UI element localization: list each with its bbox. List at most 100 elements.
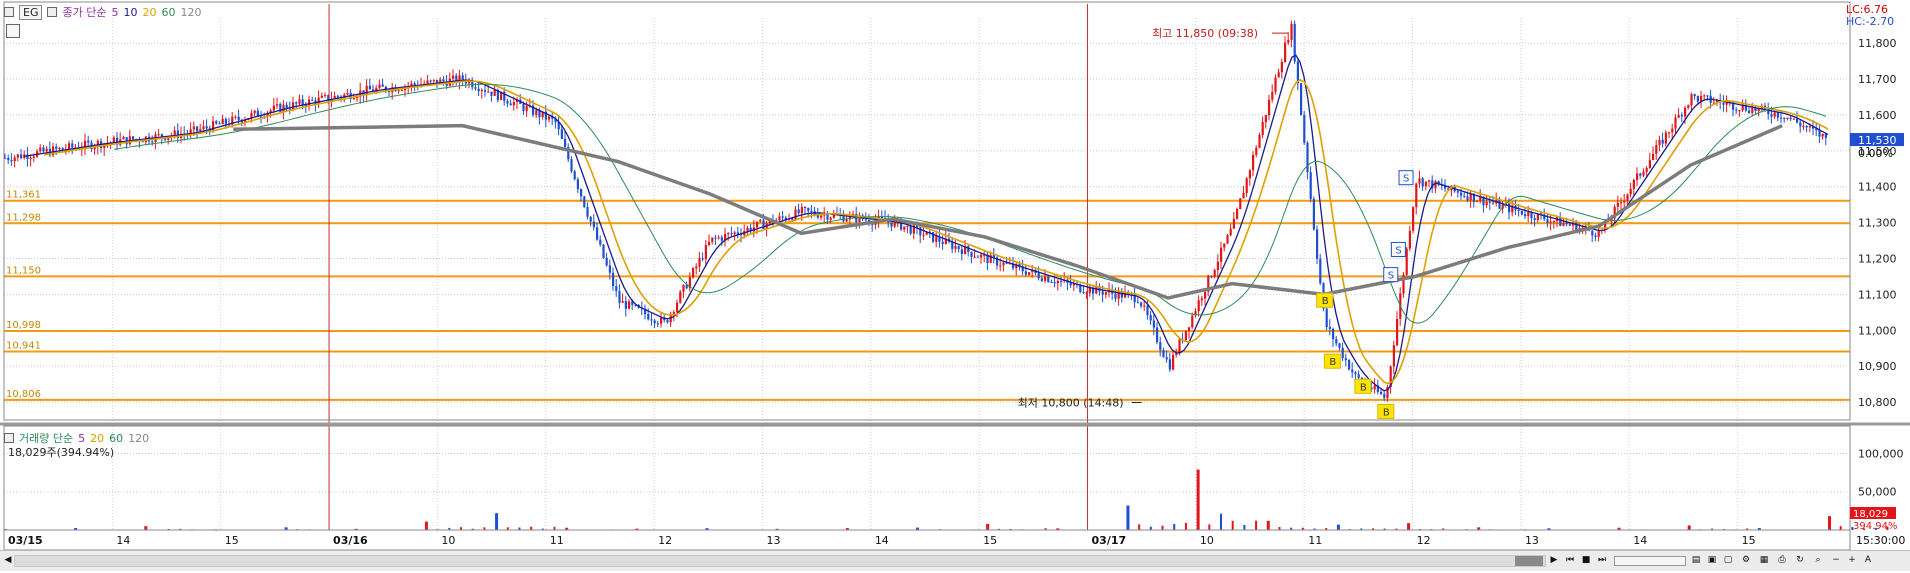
compare-icon[interactable]: ▣ [1706, 554, 1718, 566]
candle-body [1418, 178, 1420, 183]
ma-120: 120 [180, 6, 201, 19]
candle-body [1646, 168, 1648, 172]
end-time-label: 15:30:00 [1856, 534, 1905, 547]
price-tick-label: 11,400 [1858, 181, 1897, 194]
time-tick-label: 11 [1308, 534, 1322, 547]
candle-body [577, 179, 579, 189]
candle-body [487, 92, 489, 93]
candle-body [1735, 110, 1737, 111]
candle-body [1649, 160, 1651, 168]
support-label: 10,806 [6, 389, 41, 400]
candle-body [1146, 306, 1148, 316]
first-icon[interactable]: ⏮ [1564, 554, 1576, 566]
candle-body [1690, 94, 1692, 105]
candle-body [714, 238, 716, 239]
candle-body [676, 303, 678, 312]
candle-body [46, 149, 48, 152]
candle-body [1668, 132, 1670, 133]
candle-body [1348, 360, 1350, 369]
volume-bar [1267, 521, 1270, 530]
candle-body [1383, 394, 1385, 398]
settings-icon[interactable]: ⚙ [1740, 554, 1752, 566]
candle-body [1466, 196, 1468, 200]
candle-body [1230, 229, 1232, 236]
candle-body [618, 291, 620, 303]
candle-body [218, 123, 220, 124]
candle-body [1780, 118, 1782, 119]
candle-body [10, 160, 12, 161]
candle-body [1562, 223, 1564, 226]
table-icon[interactable] [6, 24, 20, 38]
scroll-right-icon[interactable]: ▶ [1548, 554, 1560, 566]
candle-body [1143, 306, 1145, 307]
candle-body [1178, 340, 1180, 354]
candle-body [1809, 126, 1811, 127]
candle-body [1358, 374, 1360, 378]
volume-bar [1197, 470, 1200, 530]
candle-body [980, 255, 982, 258]
scrollbar[interactable] [14, 555, 1546, 567]
candle-body [1002, 263, 1004, 266]
candle-body [1681, 115, 1683, 117]
candle-body [311, 100, 313, 101]
candle-body [225, 119, 227, 124]
candle-body [1082, 292, 1084, 293]
candle-body [1044, 277, 1046, 281]
code-tag[interactable]: EG [19, 5, 42, 20]
candle-body [1476, 201, 1478, 202]
candle-body [548, 117, 550, 120]
candle-body [734, 232, 736, 234]
plus-icon[interactable]: + [1846, 554, 1858, 566]
price-tick-label: 11,100 [1858, 288, 1897, 301]
volume-bar [425, 522, 428, 530]
candle-body [1268, 100, 1270, 115]
candle-body [1028, 272, 1030, 275]
candle-body [282, 105, 284, 112]
panel-toggle[interactable] [4, 7, 14, 17]
refresh-icon[interactable]: ↻ [1794, 554, 1806, 566]
candle-body [1329, 327, 1331, 329]
ma-10: 10 [123, 6, 137, 19]
candle-body [711, 238, 713, 242]
candle-body [1492, 203, 1494, 204]
candle-body [1338, 343, 1340, 347]
scroll-left-icon[interactable]: ◀ [2, 554, 14, 566]
candle-body [1633, 180, 1635, 189]
stop-icon[interactable]: ■ [1580, 554, 1592, 566]
candle-body [199, 129, 201, 131]
scroll-thumb[interactable] [1515, 556, 1543, 566]
last-icon[interactable]: ⏭ [1596, 554, 1608, 566]
candle-body [1422, 178, 1424, 186]
layout-icon[interactable]: ▤ [1690, 554, 1702, 566]
candle-body [890, 222, 892, 226]
candle-body [506, 101, 508, 104]
candle-body [1086, 293, 1088, 294]
grid-icon[interactable]: ▦ [1758, 554, 1770, 566]
settings-toggle[interactable] [47, 7, 57, 17]
candle-body [1598, 231, 1600, 237]
print-icon[interactable]: ⎙ [1776, 554, 1788, 566]
zoom-icon[interactable]: ⌕ [1812, 554, 1824, 566]
candle-body [1156, 328, 1158, 343]
candle-body [705, 245, 707, 259]
candle-body [273, 106, 275, 111]
candle-body [1246, 178, 1248, 193]
candle-body [462, 75, 464, 80]
candle-body [650, 319, 652, 320]
candle-body [1300, 83, 1302, 115]
candle-body [727, 233, 729, 234]
window-icon[interactable]: ▢ [1722, 554, 1734, 566]
high-annotation: 최고 11,850 (09:38) [1152, 27, 1258, 40]
zoom-slider[interactable] [1614, 556, 1686, 566]
hc-label: HC:-2.70 [1846, 16, 1894, 28]
candle-body [718, 237, 720, 238]
text-icon[interactable]: A [1862, 554, 1874, 566]
candle-body [1198, 300, 1200, 311]
candle-body [922, 235, 924, 236]
volume-toggle[interactable] [4, 433, 14, 443]
candle-body [302, 99, 304, 105]
candle-body [1521, 211, 1523, 214]
candle-body [1623, 201, 1625, 202]
candle-body [746, 228, 748, 231]
minus-icon[interactable]: − [1830, 554, 1842, 566]
